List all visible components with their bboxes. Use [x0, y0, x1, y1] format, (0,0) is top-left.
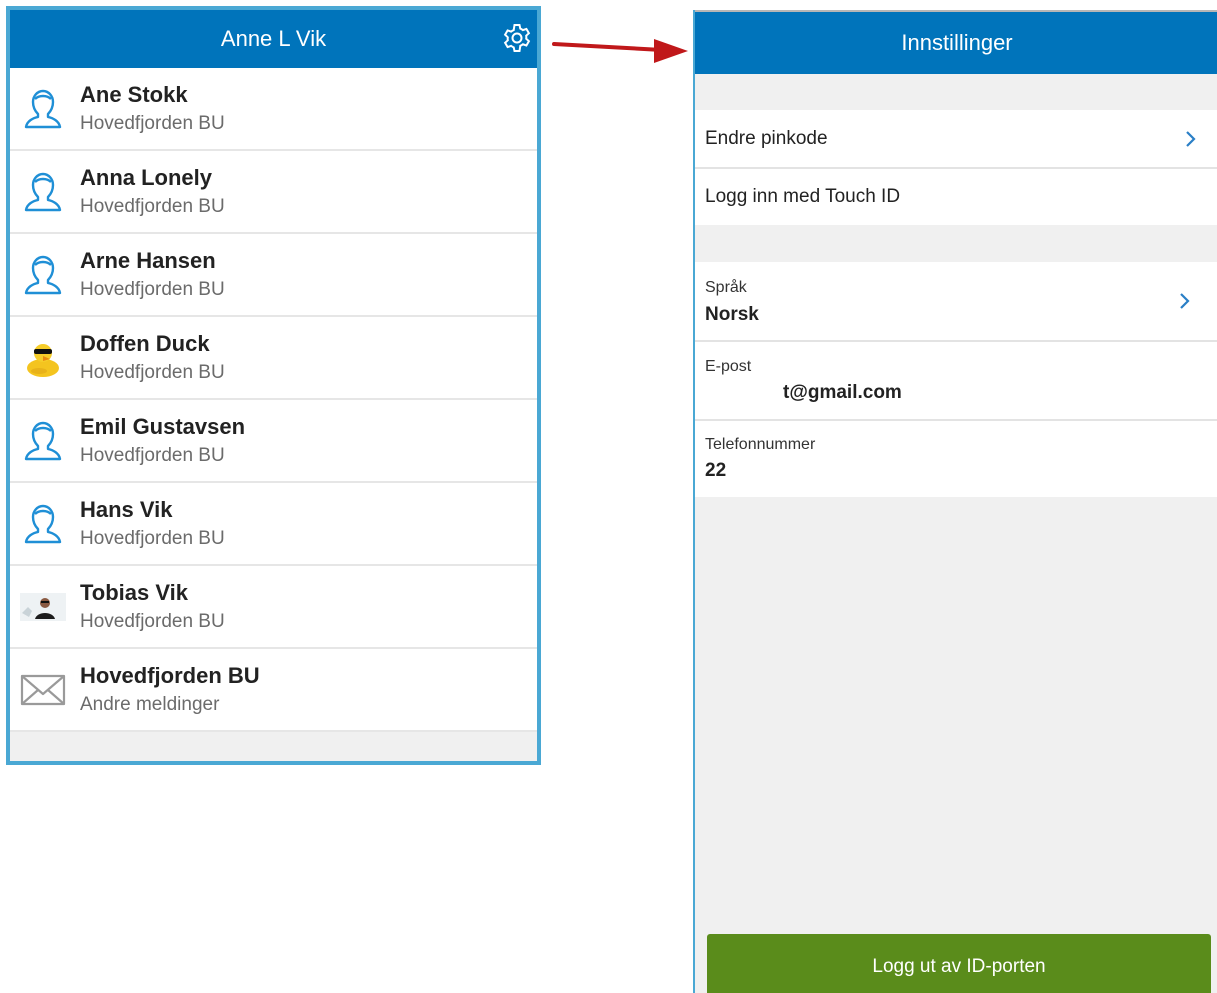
envelope-icon	[20, 665, 66, 715]
contact-name: Ane Stokk	[80, 81, 188, 107]
language-row[interactable]: Språk Norsk	[695, 262, 1217, 340]
logout-button[interactable]: Logg ut av ID-porten	[707, 934, 1211, 993]
settings-screen: Innstillinger Endre pinkode Logg inn med…	[693, 10, 1217, 993]
chevron-right-icon	[1180, 293, 1190, 309]
contact-row-hans-vik[interactable]: Hans Vik Hovedfjorden BU	[10, 483, 537, 566]
contact-subtitle: Hovedfjorden BU	[80, 112, 225, 134]
contact-name: Hans Vik	[80, 496, 173, 522]
phone-value: 22	[705, 460, 727, 481]
contact-name: Anna Lonely	[80, 164, 213, 190]
language-label: Språk	[705, 279, 747, 296]
contacts-screen: Anne L Vik Ane Stokk Hovedfjorden BU Ann…	[6, 6, 541, 765]
change-pin-label: Endre pinkode	[705, 127, 828, 149]
contact-subtitle: Hovedfjorden BU	[80, 195, 225, 217]
contact-name: Hovedfjorden BU	[80, 662, 260, 688]
contact-subtitle: Hovedfjorden BU	[80, 361, 225, 383]
contact-subtitle: Hovedfjorden BU	[80, 278, 225, 300]
person-photo	[20, 582, 66, 632]
contact-list: Ane Stokk Hovedfjorden BU Anna Lonely Ho…	[10, 68, 537, 732]
chevron-right-icon	[1186, 130, 1196, 147]
contact-row-tobias-vik[interactable]: Tobias Vik Hovedfjorden BU	[10, 566, 537, 649]
contact-subtitle: Hovedfjorden BU	[80, 610, 225, 632]
touch-id-label: Logg inn med Touch ID	[705, 186, 901, 207]
person-outline-icon	[20, 167, 66, 217]
contact-subtitle: Hovedfjorden BU	[80, 527, 225, 549]
duck-photo	[20, 333, 66, 383]
person-outline-icon	[20, 499, 66, 549]
contact-name: Doffen Duck	[80, 330, 210, 356]
phone-label: Telefonnummer	[705, 436, 816, 453]
contact-row-ane-stokk[interactable]: Ane Stokk Hovedfjorden BU	[10, 68, 537, 151]
contact-name: Arne Hansen	[80, 247, 216, 273]
change-pin-row[interactable]: Endre pinkode	[695, 110, 1217, 167]
user-name-title: Anne L Vik	[220, 26, 327, 51]
email-value: t@gmail.com	[783, 382, 902, 403]
contact-name: Emil Gustavsen	[80, 413, 246, 439]
contact-subtitle: Hovedfjorden BU	[80, 444, 225, 466]
settings-button[interactable]	[499, 20, 535, 56]
arrow-right-icon	[552, 39, 688, 63]
phone-field: Telefonnummer 22	[695, 421, 1217, 497]
language-value: Norsk	[705, 304, 759, 325]
gear-icon	[503, 24, 531, 52]
settings-title: Innstillinger	[901, 30, 1013, 55]
contact-row-anna-lonely[interactable]: Anna Lonely Hovedfjorden BU	[10, 151, 537, 234]
contact-row-emil-gustavsen[interactable]: Emil Gustavsen Hovedfjorden BU	[10, 400, 537, 483]
contacts-header: Anne L Vik	[10, 10, 537, 68]
contact-name: Tobias Vik	[80, 579, 189, 605]
contact-subtitle: Andre meldinger	[80, 693, 220, 715]
settings-header: Innstillinger	[695, 10, 1217, 74]
person-outline-icon	[20, 84, 66, 134]
person-outline-icon	[20, 416, 66, 466]
contact-row-doffen-duck[interactable]: Doffen Duck Hovedfjorden BU	[10, 317, 537, 400]
email-field: E-post t@gmail.com	[695, 342, 1217, 419]
email-label: E-post	[705, 358, 752, 375]
contact-row-arne-hansen[interactable]: Arne Hansen Hovedfjorden BU	[10, 234, 537, 317]
touch-id-row[interactable]: Logg inn med Touch ID	[695, 169, 1217, 225]
person-outline-icon	[20, 250, 66, 300]
contact-row-hovedfjorden-bu[interactable]: Hovedfjorden BU Andre meldinger	[10, 649, 537, 732]
